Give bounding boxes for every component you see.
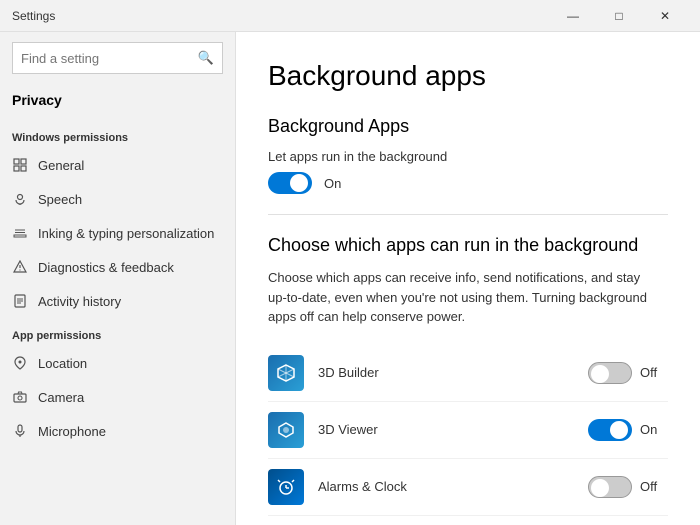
window-controls: — □ ✕ (550, 0, 688, 32)
app-toggle-text-alarms: Off (640, 479, 657, 494)
app-toggle-knob-3dviewer (610, 421, 628, 439)
sidebar-label-diagnostics: Diagnostics & feedback (38, 260, 174, 275)
search-icon: 🔍 (198, 50, 214, 66)
sidebar-item-location[interactable]: Location (0, 346, 235, 380)
app-permissions-header: App permissions (0, 318, 235, 346)
general-icon (12, 157, 28, 173)
app-toggle-knob-3dbuilder (591, 365, 609, 383)
divider (268, 214, 668, 215)
microphone-icon (12, 423, 28, 439)
app-icon-3dbuilder (268, 355, 304, 391)
section2-desc: Choose which apps can receive info, send… (268, 268, 648, 327)
app-name-3dviewer: 3D Viewer (318, 422, 588, 437)
app-name-3dbuilder: 3D Builder (318, 365, 588, 380)
main-toggle[interactable] (268, 172, 312, 194)
sidebar-item-speech[interactable]: Speech (0, 182, 235, 216)
let-apps-label: Let apps run in the background (268, 149, 447, 164)
main-layout: 🔍 Privacy Windows permissions General Sp… (0, 32, 700, 525)
location-icon (12, 355, 28, 371)
content-area: Background apps Background Apps Let apps… (236, 32, 700, 525)
app-row-3dviewer: 3D Viewer On (268, 402, 668, 459)
windows-permissions-header: Windows permissions (0, 120, 235, 148)
app-row-3dbuilder: 3D Builder Off (268, 345, 668, 402)
section1-title: Background Apps (268, 116, 668, 137)
app-toggle-text-3dviewer: On (640, 422, 657, 437)
sidebar-item-general[interactable]: General (0, 148, 235, 182)
app-toggle-wrap-3dviewer: On (588, 419, 668, 441)
sidebar-item-microphone[interactable]: Microphone (0, 414, 235, 448)
app-name-alarms: Alarms & Clock (318, 479, 588, 494)
app-toggle-wrap-alarms: Off (588, 476, 668, 498)
main-toggle-row: On (268, 172, 668, 194)
sidebar-item-diagnostics[interactable]: Diagnostics & feedback (0, 250, 235, 284)
sidebar-label-speech: Speech (38, 192, 82, 207)
titlebar: Settings — □ ✕ (0, 0, 700, 32)
privacy-header: Privacy (0, 84, 235, 120)
sidebar-item-activity[interactable]: Activity history (0, 284, 235, 318)
page-title: Background apps (268, 60, 668, 92)
search-input[interactable] (21, 51, 198, 66)
inking-icon (12, 225, 28, 241)
app-row-alarms: Alarms & Clock Off (268, 459, 668, 516)
maximize-button[interactable]: □ (596, 0, 642, 32)
search-box[interactable]: 🔍 (12, 42, 223, 74)
speech-icon (12, 191, 28, 207)
sidebar-label-activity: Activity history (38, 294, 121, 309)
app-toggle-knob-alarms (591, 479, 609, 497)
let-apps-row: Let apps run in the background (268, 149, 668, 164)
section2-title: Choose which apps can run in the backgro… (268, 235, 668, 256)
app-list: 3D Builder Off 3D Viewer On Al (268, 345, 668, 525)
app-icon-3dviewer (268, 412, 304, 448)
app-toggle-3dviewer[interactable] (588, 419, 632, 441)
activity-icon (12, 293, 28, 309)
app-icon-alarms (268, 469, 304, 505)
diagnostics-icon (12, 259, 28, 275)
minimize-button[interactable]: — (550, 0, 596, 32)
camera-icon (12, 389, 28, 405)
app-row-calculator: Calculator On (268, 516, 668, 525)
sidebar: 🔍 Privacy Windows permissions General Sp… (0, 32, 236, 525)
sidebar-item-camera[interactable]: Camera (0, 380, 235, 414)
main-toggle-text: On (324, 176, 341, 191)
window-title: Settings (12, 9, 550, 23)
sidebar-label-location: Location (38, 356, 87, 371)
sidebar-label-inking: Inking & typing personalization (38, 226, 214, 241)
sidebar-label-general: General (38, 158, 84, 173)
app-toggle-text-3dbuilder: Off (640, 365, 657, 380)
main-toggle-knob (290, 174, 308, 192)
app-toggle-3dbuilder[interactable] (588, 362, 632, 384)
app-toggle-alarms[interactable] (588, 476, 632, 498)
close-button[interactable]: ✕ (642, 0, 688, 32)
sidebar-label-camera: Camera (38, 390, 84, 405)
sidebar-item-inking[interactable]: Inking & typing personalization (0, 216, 235, 250)
sidebar-label-microphone: Microphone (38, 424, 106, 439)
app-toggle-wrap-3dbuilder: Off (588, 362, 668, 384)
